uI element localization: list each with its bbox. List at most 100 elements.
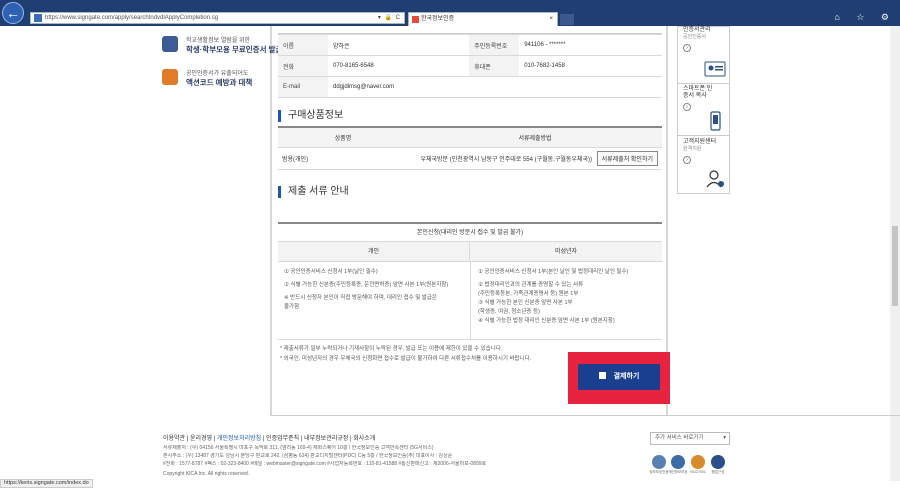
list-item: ④ 식별 가능한 법정 대리인 신분증 앞면 사본 1부 (원본지참)	[478, 318, 615, 324]
list-item: ③ 식별 가능한 본인 신분증 앞면 사본 1부	[478, 300, 573, 306]
ad-student-certificate[interactable]: 학교생활정보 열람을 위한 학생·학부모용 무료인증서 발급	[160, 33, 282, 57]
list-item: ① 공인인증서비스 신청서 1부(본인 날인 및 법정대리인 날인 필수)	[478, 269, 629, 275]
footer-divider	[270, 415, 900, 416]
pay-button-highlight: 결제하기	[568, 352, 670, 404]
status-bar-url: https://keris.signgate.com/index.do	[0, 479, 93, 488]
tab-favicon-icon	[412, 16, 419, 23]
column-header: 미성년자	[470, 242, 662, 262]
cell-label: 이름	[278, 34, 328, 56]
footer-link-internal[interactable]: 내부정보관리규정	[304, 436, 348, 442]
sidebar-item-label: 인증서관리	[683, 27, 711, 33]
footer-address-2: 본사주소 : (우) 13487 경기도 성남시 분당구 판교로 242, (삼…	[163, 453, 453, 459]
ad-line1: 학교생활정보 열람을 위한	[186, 38, 251, 44]
cell-label: 휴대폰	[469, 55, 520, 77]
footer-links: 이용약관 | 윤리경영 | 개인정보처리방침 | 인증업무준칙 | 내부정보관리…	[163, 433, 375, 442]
column-header: 상품명	[278, 126, 408, 148]
back-arrow-icon[interactable]: ←	[2, 2, 24, 24]
sidebar-item-label: 고객지원센터	[683, 139, 717, 145]
accessibility-badge-icon	[711, 455, 725, 469]
cell-value: 941106 - *******	[519, 34, 662, 56]
certificate-card-icon	[704, 61, 726, 77]
check-submit-location-button[interactable]: 서류제출처 확인하기	[596, 150, 658, 166]
pay-button-label: 결제하기	[613, 373, 640, 380]
iso-badge-icon	[691, 455, 705, 469]
badge-caption: 개인정보보호	[668, 470, 688, 474]
footer-contact: #전화 : 1577-8787 #팩스 : 02-323-8400 #메일 : …	[163, 461, 487, 467]
section-top-divider	[278, 26, 662, 34]
security-cert-badge-icon	[652, 455, 666, 469]
footer-link-ethics[interactable]: 윤리경영	[190, 436, 212, 442]
minor-docs-list: ① 공인인증서비스 신청서 1부(본인 날인 및 법정대리인 날인 필수) ② …	[478, 268, 664, 326]
ad-line1: 공인인증서가 유출되어도	[186, 71, 249, 77]
sidebar-item-cert-manage[interactable]: 인증서관리 공인인증서 ›	[683, 27, 728, 52]
sidebar-item-sub: 원격지원	[683, 146, 702, 152]
list-item: ② 법정대리인과의 관계를 증명할 수 있는 서류	[478, 282, 584, 288]
table-header-row: 상품명 서류제출방법	[278, 126, 662, 148]
table-row: 이름 양하은 주민등록번호 941106 - *******	[278, 34, 662, 56]
scrollbar-thumb[interactable]	[892, 226, 898, 306]
column-divider	[470, 262, 471, 341]
customer-support-icon	[706, 170, 724, 188]
purchase-table: 상품명 서류제출방법 범용(개인) 우체국방문 (인천광역시 남동구 인주대로 …	[278, 126, 662, 170]
docs-caption: 본인신청(대리인 방문시 접수 및 발급 불가)	[278, 224, 662, 242]
payment-icon	[598, 372, 606, 379]
column-header: 서류제출방법	[408, 126, 662, 148]
list-item: (주민등록등본, 가족관계증명서 등) 원본 1부	[478, 291, 579, 297]
column-header: 개인	[278, 242, 470, 262]
list-item: 불가함	[284, 304, 300, 310]
purchase-section-title: 구매상품정보	[278, 110, 343, 122]
cell-label: E-mail	[278, 76, 328, 98]
table-row: E-mail ddgjdlmsg@naver.com	[278, 76, 662, 98]
docs-table: 본인신청(대리인 방문시 접수 및 발급 불가) 개인 미성년자 ① 공인인증서…	[278, 222, 664, 341]
personal-docs-list: ① 공인인증서비스 신청서 1부(날인 필수) ② 식별 가능한 신분증(주민등…	[284, 268, 470, 312]
ad-action-code[interactable]: 공인인증서가 유출되어도 액션코드 예방과 대책	[160, 66, 270, 90]
notes: * 제출서류가 일부 누락되거나 기재사항이 누락된 경우, 발급 또는 이용에…	[280, 344, 531, 364]
footer-link-cps[interactable]: 인증업무준칙	[266, 436, 299, 442]
cell-value: ddgjdlmsg@naver.com	[328, 76, 662, 98]
student-certificate-icon	[162, 36, 178, 52]
address-bar[interactable]: https://www.signgate.com/apply/searchInd…	[30, 12, 405, 24]
note-line: * 제출서류가 일부 누락되거나 기재사항이 누락된 경우, 발급 또는 이용에…	[280, 346, 503, 352]
note-line: * 외국인, 미성년자의 경우 우체국의 신청화면 접수로 발급이 불가하여 다…	[280, 356, 532, 362]
site-favicon-icon	[34, 14, 42, 22]
smartphone-icon	[710, 111, 721, 131]
browser-tab[interactable]: 한국정보인증 ×	[408, 12, 558, 26]
tab-close-icon[interactable]: ×	[549, 13, 553, 26]
arrow-icon: ›	[683, 44, 691, 52]
badge-caption: 웹접근성	[711, 470, 725, 474]
footer-link-about[interactable]: 회사소개	[353, 436, 375, 442]
list-item: ① 공인인증서비스 신청서 1부(날인 필수)	[284, 269, 378, 275]
service-shortcut-select[interactable]: 주가 서비스 바로가기 ▾	[650, 432, 730, 445]
tab-title: 한국정보인증	[421, 16, 455, 22]
sidebar-item-smartphone-copy[interactable]: 스마트폰 인증서 복사 ›	[683, 86, 728, 111]
table-row: 범용(개인) 우체국방문 (인천광역시 남동구 인주대로 554 (구월동,구월…	[278, 147, 662, 170]
vertical-scrollbar[interactable]	[890, 26, 900, 481]
new-tab-button[interactable]	[560, 14, 574, 25]
page-left-edge	[270, 26, 272, 416]
arrow-icon: ›	[683, 156, 691, 164]
cell-label: 주민등록번호	[469, 34, 520, 56]
footer-link-privacy[interactable]: 개인정보처리방침	[217, 436, 261, 442]
cell-value: 010-7682-1458	[519, 55, 662, 77]
sidebar-item-sub: 공인인증서	[683, 34, 707, 40]
cell-value: 070-8165-6548	[328, 55, 470, 77]
list-item: (학생증, 여권, 청소년증 등)	[478, 309, 540, 315]
toolbar-icons[interactable]: ⌂ ☆ ⚙	[834, 12, 896, 23]
pay-button[interactable]: 결제하기	[578, 364, 660, 390]
browser-toolbar: ← https://www.signgate.com/apply/searchI…	[0, 0, 900, 26]
badge-caption: ISO27001	[690, 470, 706, 474]
sidebar-item-label: 스마트폰 인증서 복사	[683, 86, 713, 99]
applicant-table: 이름 양하은 주민등록번호 941106 - ******* 전화 070-81…	[278, 34, 662, 98]
footer-link-terms[interactable]: 이용약관	[163, 436, 185, 442]
arrow-icon: ›	[683, 103, 691, 111]
address-controls[interactable]: ▾ 🔒 C	[378, 13, 401, 23]
sidebar-divider	[678, 83, 729, 84]
sidebar-item-customer-center[interactable]: 고객지원센터 원격지원 ›	[683, 139, 728, 164]
docs-section-title: 제출 서류 안내	[278, 186, 349, 198]
footer-copyright: Copyright KICA Inc. All rights reserved.	[163, 471, 250, 477]
submit-method-cell: 우체국방문 (인천광역시 남동구 인주대로 554 (구월동,구월동우체국)) …	[408, 147, 662, 170]
ad-line2: 학생·학부모용 무료인증서 발급	[186, 45, 283, 54]
select-value: 주가 서비스 바로가기	[655, 435, 704, 441]
cell-value: 양하은	[328, 34, 470, 56]
privacy-badge-icon	[671, 455, 685, 469]
